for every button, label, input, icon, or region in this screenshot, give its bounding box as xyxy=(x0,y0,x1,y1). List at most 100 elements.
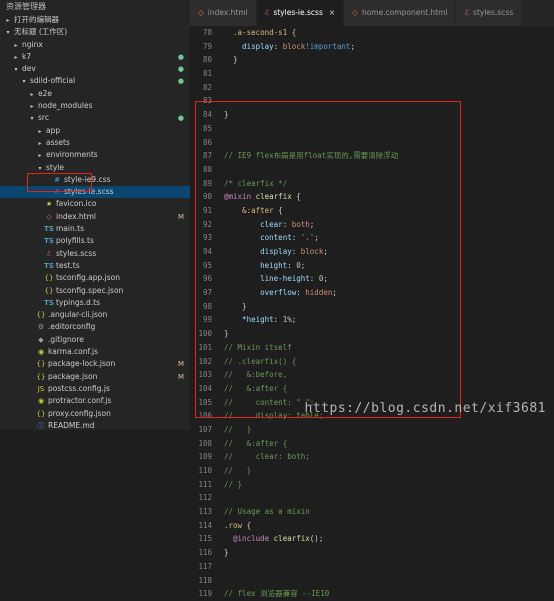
line-number: 118 xyxy=(198,575,212,585)
code-line: 108 // &:after { xyxy=(190,437,554,451)
tree-item-label: README.md xyxy=(48,420,95,430)
tree-item-label: main.ts xyxy=(56,224,84,234)
tree-item-label: proxy.config.json xyxy=(48,408,111,418)
tree-file[interactable]: {} tsconfig.spec.json xyxy=(0,285,190,297)
code-line: 112 xyxy=(190,491,554,505)
tree-item-label: nginx xyxy=(22,39,43,49)
tree-file[interactable]: {} .angular-cli.json xyxy=(0,309,190,321)
tree-file[interactable]: ℰstyles.scss xyxy=(0,248,190,260)
tree-file[interactable]: TS typings.d.ts xyxy=(0,297,190,309)
line-number: 78 xyxy=(202,28,212,37)
code-token: @include xyxy=(224,534,274,544)
tree-item-label: .angular-cli.json xyxy=(48,310,108,320)
code-token: // } xyxy=(224,466,252,475)
file-type-icon: ◉ xyxy=(37,397,45,406)
line-number: 109 xyxy=(198,452,212,462)
editor-tab[interactable]: ◇ index.html xyxy=(190,0,257,26)
code-token: !important xyxy=(305,41,351,51)
tree-item-label: protractor.conf.js xyxy=(48,396,112,406)
tree-item-label: polyfills.ts xyxy=(56,236,94,246)
tree-folder[interactable]: ▸ k7 ● xyxy=(0,51,190,63)
tree-file[interactable]: ◉ protractor.conf.js xyxy=(0,395,190,407)
tab-label: index.html xyxy=(207,8,248,17)
file-type-icon: {} xyxy=(36,372,46,381)
file-type-icon: ★ xyxy=(45,200,53,209)
tree-item-label: dev xyxy=(22,64,36,74)
tree-folder[interactable]: ▾ sdiid-official ● xyxy=(0,75,190,87)
line-number: 112 xyxy=(198,493,212,503)
tree-folder[interactable]: ▾ style xyxy=(0,162,190,174)
tree-file[interactable]: ⓘ README.md xyxy=(0,420,190,430)
file-type-icon: JS xyxy=(37,384,45,393)
tree-item-label: test.ts xyxy=(56,260,80,270)
close-icon[interactable]: × xyxy=(329,8,335,17)
file-type-icon: TS xyxy=(44,298,54,307)
tree-file[interactable]: ⚙ .editorconfig xyxy=(0,321,190,333)
editor-tab[interactable]: ℰstyles.scss xyxy=(456,0,523,26)
tree-file[interactable]: TS main.ts xyxy=(0,223,190,235)
tree-item-label: typings.d.ts xyxy=(56,297,101,307)
tree-folder[interactable]: ▾ 无标题 (工作区) xyxy=(0,26,190,38)
tree-item-label: environments xyxy=(46,150,98,160)
file-type-icon: ◇ xyxy=(198,8,204,17)
tree-folder[interactable]: ▾ dev ● xyxy=(0,63,190,75)
tree-item-label: .gitignore xyxy=(48,334,84,344)
tree-file[interactable]: {} proxy.config.json xyxy=(0,408,190,420)
tree-file[interactable]: JS postcss.config.js xyxy=(0,383,190,395)
code-line: 113 // Usage as a mixin xyxy=(190,505,554,519)
tree-item-label: node_modules xyxy=(38,101,93,111)
tree-folder[interactable]: ▸ e2e xyxy=(0,88,190,100)
code-line: 78 .a-second-s1 { xyxy=(190,26,554,40)
file-type-icon: ℰ xyxy=(464,8,470,17)
line-number: 119 xyxy=(198,589,212,599)
tab-label: styles.scss xyxy=(473,8,514,17)
tree-item-label: 打开的编辑器 xyxy=(14,15,59,24)
code-token: } xyxy=(224,548,229,558)
file-type-icon: {} xyxy=(44,274,54,283)
tree-item-label: .editorconfig xyxy=(48,322,96,332)
tree-file[interactable]: ◇ index.html M xyxy=(0,211,190,223)
editor-tab[interactable]: ℰstyles-ie.scss × xyxy=(256,0,345,26)
tree-folder[interactable]: ▸ node_modules xyxy=(0,100,190,112)
tree-item-label: src xyxy=(38,113,49,123)
line-number: 111 xyxy=(198,479,212,489)
highlight-box-code xyxy=(195,101,461,418)
tree-folder[interactable]: ▸ assets xyxy=(0,137,190,149)
code-token: block xyxy=(282,41,306,51)
line-number: 110 xyxy=(198,466,212,475)
tree-file[interactable]: TS polyfills.ts xyxy=(0,235,190,247)
code-line: 119 // flex 浏览器兼容 --IE10 xyxy=(190,587,554,601)
code-line: 82 xyxy=(190,81,554,95)
file-type-icon: ⓘ xyxy=(37,421,45,430)
tree-folder[interactable]: ▸ environments xyxy=(0,149,190,161)
tree-file[interactable]: TS test.ts xyxy=(0,260,190,272)
code-token: (); xyxy=(309,534,324,544)
tree-item-label: favicon.ico xyxy=(56,199,97,209)
file-type-icon: {} xyxy=(36,409,46,418)
change-dot: ● xyxy=(177,77,184,86)
file-type-icon: {} xyxy=(36,311,46,320)
tree-item-label: postcss.config.js xyxy=(48,383,110,393)
tree-file[interactable]: {} package-lock.json M xyxy=(0,358,190,370)
explorer-sidebar: 资源管理器 ▸ 打开的编辑器 ▾ 无标题 (工作区) ▸ nginx ▸ k7 ● ▾ dev ● ▾ s… xyxy=(0,0,190,430)
tree-file[interactable]: ◆ .gitignore xyxy=(0,334,190,346)
modified-badge: M xyxy=(177,360,184,369)
code-token: // flex 浏览器兼容 --IE10 xyxy=(224,589,330,599)
tree-file[interactable]: {} tsconfig.app.json xyxy=(0,272,190,284)
file-type-icon: ◇ xyxy=(352,8,358,17)
tree-item-label: package-lock.json xyxy=(48,359,116,369)
code-line: 79 display: block!important; xyxy=(190,40,554,54)
file-type-icon: ℰ xyxy=(46,249,52,258)
code-token: // clear: both; xyxy=(224,452,310,462)
file-type-icon: TS xyxy=(44,237,54,246)
line-number: 115 xyxy=(198,534,212,544)
tree-folder[interactable]: ▸ app xyxy=(0,125,190,137)
tree-file[interactable]: ◉ karma.conf.js xyxy=(0,346,190,358)
watermark: https://blog.csdn.net/xif3681 xyxy=(304,401,546,416)
tree-folder[interactable]: ▾ src ● xyxy=(0,112,190,124)
tree-folder[interactable]: ▸ 打开的编辑器 xyxy=(0,14,190,26)
tree-file[interactable]: ★ favicon.ico xyxy=(0,198,190,210)
tree-file[interactable]: {} package.json M xyxy=(0,371,190,383)
tree-folder[interactable]: ▸ nginx xyxy=(0,39,190,51)
editor-tab[interactable]: ◇ home.component.html xyxy=(344,0,457,26)
